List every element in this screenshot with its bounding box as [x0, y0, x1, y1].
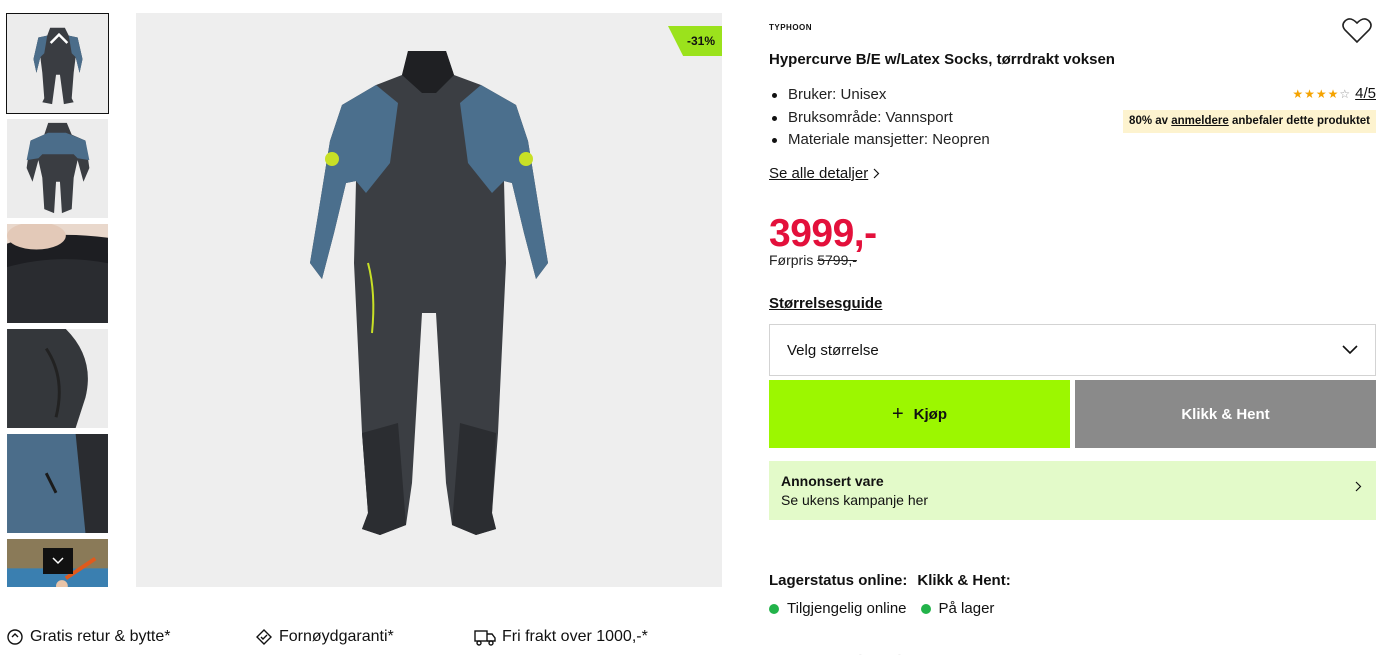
current-price: 3999,-: [769, 212, 877, 255]
store-stock-heading: Lagerstatus i varehus: [769, 652, 925, 661]
satisfaction-tag-icon: [256, 629, 272, 645]
spec-item: Bruksområde: Vannsport: [769, 107, 990, 130]
return-icon: [7, 629, 23, 645]
see-all-details-link[interactable]: Se alle detaljer: [769, 165, 880, 182]
buy-button[interactable]: + Kjøp: [769, 380, 1070, 448]
brand-logo[interactable]: TYPHOON: [769, 23, 812, 32]
star-rating-icon: ★★★★☆: [1292, 86, 1352, 101]
plus-icon: +: [891, 402, 904, 425]
rating-score-link[interactable]: 4/5: [1355, 85, 1376, 102]
perk-satisfaction[interactable]: Fornøydgaranti*: [255, 628, 394, 646]
recommend-banner: 80% av anmeldere anbefaler dette produkt…: [1123, 110, 1376, 133]
truck-icon: [474, 630, 496, 646]
online-stock: Tilgjengelig online: [769, 600, 907, 617]
chevron-down-icon[interactable]: [43, 548, 73, 574]
wishlist-heart-icon[interactable]: [1341, 16, 1373, 44]
size-select-placeholder: Velg størrelse: [787, 341, 879, 359]
thumbnail-shoulder-detail[interactable]: [6, 328, 109, 429]
product-info: TYPHOON Hypercurve B/E w/Latex Socks, tø…: [769, 0, 1376, 661]
rating-summary[interactable]: ★★★★☆ 4/5: [1292, 85, 1376, 102]
spec-list: Bruker: Unisex Bruksområde: Vannsport Ma…: [769, 84, 990, 152]
stock-headings: Lagerstatus online: Klikk & Hent:: [769, 572, 1011, 589]
thumbnail-sleeve-detail[interactable]: [6, 433, 109, 534]
main-product-image[interactable]: -31%: [136, 13, 722, 587]
service-perks: Gratis retur & bytte* Fornøydgaranti* Fr…: [0, 628, 700, 656]
previous-price: Førpris 5799,-: [769, 252, 857, 268]
reviewers-link[interactable]: anmeldere: [1171, 115, 1229, 127]
perk-label: Gratis retur & bytte*: [30, 628, 171, 645]
thumbnail-front-view[interactable]: [6, 13, 109, 114]
chevron-down-icon: [1342, 345, 1358, 355]
perk-free-return[interactable]: Gratis retur & bytte*: [6, 628, 171, 646]
perk-free-shipping[interactable]: Fri frakt over 1000,-*: [474, 628, 648, 646]
chevron-right-icon: [873, 168, 880, 179]
product-title: Hypercurve B/E w/Latex Socks, tørrdrakt …: [769, 51, 1115, 68]
spec-item: Bruker: Unisex: [769, 84, 990, 107]
in-stock-dot-icon: [920, 603, 931, 614]
thumbnail-front-detail[interactable]: [6, 118, 109, 219]
in-stock-dot-icon: [769, 603, 779, 614]
spec-item: Materiale mansjetter: Neopren: [769, 129, 990, 152]
campaign-banner[interactable]: Annonsert vare Se ukens kampanje her: [769, 461, 1376, 520]
click-and-collect-button[interactable]: Klikk & Hent: [1075, 380, 1376, 448]
thumbnail-collar-detail[interactable]: [6, 223, 109, 324]
thumbnail-gallery: [6, 13, 109, 587]
perk-label: Fornøydgaranti*: [279, 628, 394, 645]
product-page: -31% Gratis retur & bytte* Fornøydgarant…: [0, 0, 1400, 661]
stock-status: Tilgjengelig online På lager: [769, 600, 1008, 617]
campaign-subtitle: Se ukens kampanje her: [781, 492, 929, 508]
drysuit-image: [310, 51, 548, 535]
campaign-title: Annonsert vare: [781, 473, 884, 489]
size-guide-link[interactable]: Størrelsesguide: [769, 295, 882, 312]
store-stock: På lager: [920, 600, 994, 617]
size-select[interactable]: Velg størrelse: [769, 324, 1376, 376]
perk-label: Fri frakt over 1000,-*: [502, 628, 648, 645]
chevron-up-icon[interactable]: [49, 28, 69, 48]
chevron-right-icon: [1355, 481, 1362, 492]
